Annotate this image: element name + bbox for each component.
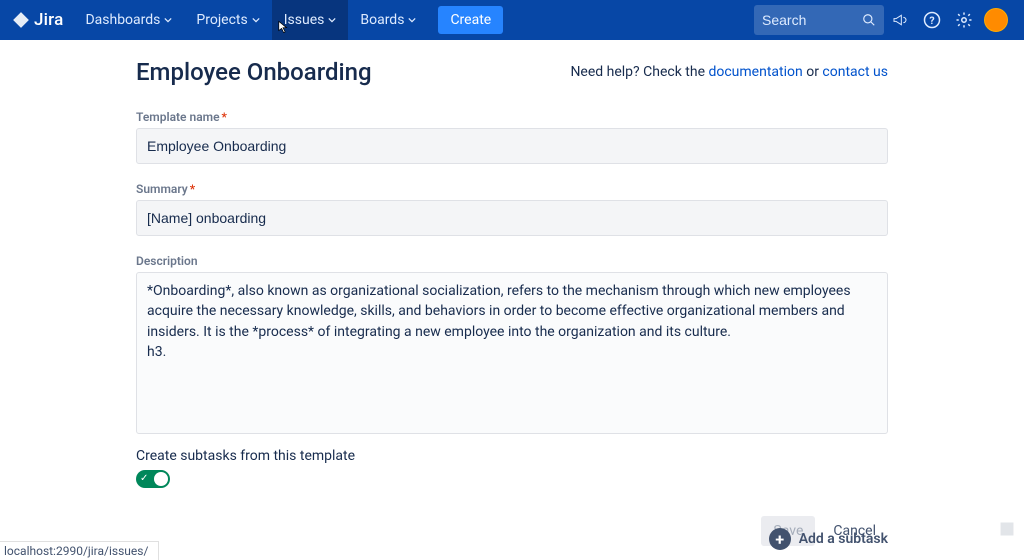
create-button[interactable]: Create [438, 6, 503, 34]
plus-icon: + [769, 528, 791, 550]
contact-us-link[interactable]: contact us [822, 64, 888, 80]
add-subtask-button[interactable]: + Add a subtask [769, 528, 888, 550]
search-input[interactable] [762, 12, 862, 28]
jira-logo-text: Jira [34, 10, 63, 30]
chevron-down-icon [408, 16, 416, 24]
nav-dashboards[interactable]: Dashboards [73, 0, 184, 40]
browser-status: localhost:2990/jira/issues/ [0, 541, 159, 560]
jira-logo[interactable]: Jira [12, 10, 63, 30]
nav-projects[interactable]: Projects [184, 0, 271, 40]
summary-label: Summary* [136, 182, 888, 196]
nav-issues[interactable]: Issues [272, 0, 349, 40]
svg-text:?: ? [929, 14, 934, 27]
template-name-label: Template name* [136, 110, 888, 124]
jira-logo-icon [12, 11, 30, 29]
page-title: Employee Onboarding [136, 58, 372, 86]
chevron-down-icon [252, 16, 260, 24]
description-textarea[interactable] [136, 272, 888, 434]
help-icon: ? [923, 11, 941, 29]
main-content: Employee Onboarding Need help? Check the… [0, 40, 1024, 546]
profile-button[interactable] [980, 4, 1012, 36]
description-label: Description [136, 254, 888, 268]
template-name-input[interactable] [136, 128, 888, 164]
create-subtasks-toggle-label: Create subtasks from this template [136, 448, 888, 464]
add-subtask-label: Add a subtask [799, 531, 888, 547]
help-text: Need help? Check the documentation or co… [570, 64, 888, 80]
check-icon: ✓ [140, 474, 148, 484]
search-icon [862, 13, 876, 27]
megaphone-icon [892, 12, 908, 28]
nav-boards[interactable]: Boards [348, 0, 428, 40]
settings-button[interactable] [948, 4, 980, 36]
summary-input[interactable] [136, 200, 888, 236]
help-button[interactable]: ? [916, 4, 948, 36]
create-subtasks-toggle[interactable]: ✓ [136, 470, 170, 488]
nav-items: Dashboards Projects Issues Boards Create [73, 0, 503, 40]
avatar [984, 8, 1008, 32]
toggle-knob [154, 472, 168, 486]
gear-icon [955, 11, 973, 29]
notifications-button[interactable] [884, 4, 916, 36]
top-nav: Jira Dashboards Projects Issues Boards C… [0, 0, 1024, 40]
chevron-down-icon [164, 16, 172, 24]
documentation-link[interactable]: documentation [708, 64, 802, 80]
search-box[interactable] [754, 5, 884, 35]
chevron-down-icon [328, 16, 336, 24]
